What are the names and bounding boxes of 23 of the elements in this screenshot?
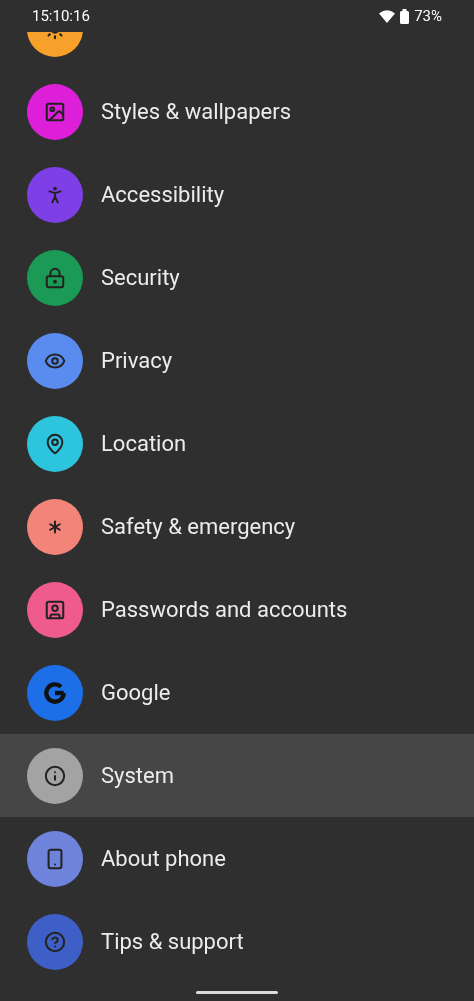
- settings-item[interactable]: System: [0, 734, 474, 817]
- map-pin-icon: [44, 432, 66, 455]
- item-title: Google: [101, 679, 171, 707]
- item-title: System: [101, 762, 174, 790]
- item-title: Privacy: [101, 347, 173, 375]
- user-card-icon: [44, 598, 66, 621]
- info-icon: [44, 764, 66, 787]
- item-title: Accessibility: [101, 181, 225, 209]
- item-title: About phone: [101, 845, 226, 873]
- google-logo-icon: [42, 679, 68, 706]
- help-icon: [44, 930, 66, 953]
- battery-icon: [400, 8, 410, 24]
- item-title: Location: [101, 430, 187, 458]
- image-icon: [44, 100, 66, 123]
- status-time: 15:10:16: [32, 5, 90, 27]
- item-title: Styles & wallpapers: [101, 98, 291, 126]
- item-title: Tips & support: [101, 928, 244, 956]
- item-title: Security: [101, 264, 180, 292]
- item-title: Safety & emergency: [101, 513, 296, 541]
- wifi-icon: [379, 9, 396, 23]
- battery-percent: 73%: [414, 5, 442, 27]
- lock-icon: [44, 266, 66, 289]
- item-title: Passwords and accounts: [101, 596, 348, 624]
